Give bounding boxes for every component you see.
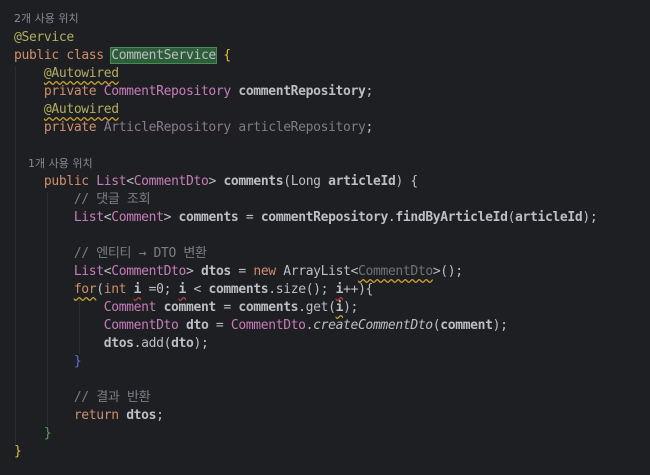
code-line[interactable]: return dtos; <box>14 407 164 425</box>
usage-hint[interactable]: 1개 사용 위치 <box>14 155 93 173</box>
type-name: List <box>73 264 104 279</box>
field-name-unused: articleRepository <box>238 120 366 135</box>
code-line[interactable]: List<Comment> comments = commentReposito… <box>14 209 598 227</box>
code-line[interactable]: @Autowired <box>14 65 119 83</box>
type-name: Comment <box>103 300 157 315</box>
variable: i <box>335 300 344 315</box>
class-name-highlighted[interactable]: CommentService <box>110 47 217 64</box>
variable: comment <box>440 318 493 333</box>
variable: dto <box>171 336 194 351</box>
method-name: comments <box>223 174 284 189</box>
annotation-autowired: @Autowired <box>43 102 119 117</box>
code-line[interactable]: List<CommentDto> dtos = new ArrayList<Co… <box>14 263 463 281</box>
code-line[interactable]: // 엔티티 → DTO 변환 <box>14 245 207 263</box>
code-line[interactable]: private ArticleRepository articleReposit… <box>14 119 373 137</box>
code-line[interactable]: CommentDto dto = CommentDto.createCommen… <box>14 317 508 335</box>
type-name: List <box>96 174 127 189</box>
keyword: public <box>43 174 89 189</box>
code-editor[interactable]: 2개 사용 위치 @Service public class CommentSe… <box>0 0 650 475</box>
field-ref: commentRepository <box>260 210 388 225</box>
usage-hint-text[interactable]: 2개 사용 위치 <box>14 12 79 25</box>
code-line[interactable]: } <box>14 425 52 443</box>
type-name: CommentDto <box>230 318 306 333</box>
method-call: findByArticleId <box>395 210 508 225</box>
code-line[interactable]: for(int i =0; i < comments.size(); i++){ <box>14 281 374 299</box>
indent-guide <box>79 300 80 354</box>
variable: dtos <box>103 336 134 351</box>
method-call: size <box>275 282 306 297</box>
keyword: for <box>73 282 97 297</box>
variable: i <box>178 282 187 297</box>
code-line[interactable]: public List<CommentDto> comments(Long ar… <box>14 173 418 191</box>
usage-hint[interactable]: 2개 사용 위치 <box>14 10 79 28</box>
variable: dtos <box>200 264 231 279</box>
type-name: CommentRepository <box>103 84 231 99</box>
field-name: commentRepository <box>238 84 366 99</box>
parameter: articleId <box>328 174 396 189</box>
code-line[interactable]: } <box>14 443 22 461</box>
type-name: CommentDto <box>103 318 179 333</box>
code-line[interactable]: // 결과 반환 <box>14 389 151 407</box>
usage-hint-text[interactable]: 1개 사용 위치 <box>28 157 93 170</box>
variable: i <box>133 282 142 297</box>
type-name: CommentDto <box>111 264 187 279</box>
type-name-unused: ArticleRepository <box>103 120 231 135</box>
keyword: return <box>73 408 119 423</box>
code-line[interactable]: dtos.add(dto); <box>14 335 209 353</box>
annotation-service: @Service <box>14 30 74 45</box>
variable: dtos <box>126 408 157 423</box>
code-line[interactable]: private CommentRepository commentReposit… <box>14 83 373 101</box>
method-call: add <box>141 336 164 351</box>
keyword: new <box>253 264 276 279</box>
variable: comment <box>163 300 217 315</box>
code-comment: // 결과 반환 <box>73 390 151 405</box>
keyword: private <box>43 120 97 135</box>
keyword: private <box>43 84 97 99</box>
brace: { <box>223 48 231 63</box>
type-name-redundant: CommentDto <box>358 264 433 279</box>
type-name: Long <box>290 174 321 189</box>
type-name: ArrayList <box>283 264 351 279</box>
variable: comments <box>208 282 269 297</box>
variable: i <box>335 282 344 297</box>
code-line[interactable]: // 댓글 조회 <box>14 191 151 209</box>
variable: dto <box>186 318 209 333</box>
keyword: class <box>66 48 104 63</box>
code-line[interactable]: @Autowired <box>14 101 119 119</box>
keyword: public <box>14 48 59 63</box>
code-line[interactable]: Comment comment = comments.get(i); <box>14 299 359 317</box>
variable: comments <box>238 300 299 315</box>
type-name: CommentDto <box>133 174 209 189</box>
method-call: get <box>305 300 329 315</box>
type-name: List <box>73 210 104 225</box>
variable: articleId <box>515 210 583 225</box>
indent-guide <box>15 66 16 444</box>
code-line[interactable]: public class CommentService { <box>14 47 231 65</box>
indent-guide <box>47 192 48 426</box>
code-line[interactable]: @Service <box>14 29 74 47</box>
static-method-call: createCommentDto <box>313 318 433 333</box>
type-name: Comment <box>111 210 164 225</box>
keyword: int <box>103 282 127 297</box>
code-comment: // 댓글 조회 <box>73 192 151 207</box>
annotation-autowired: @Autowired <box>43 66 119 81</box>
variable: comments <box>178 210 239 225</box>
code-comment: // 엔티티 → DTO 변환 <box>73 246 207 261</box>
